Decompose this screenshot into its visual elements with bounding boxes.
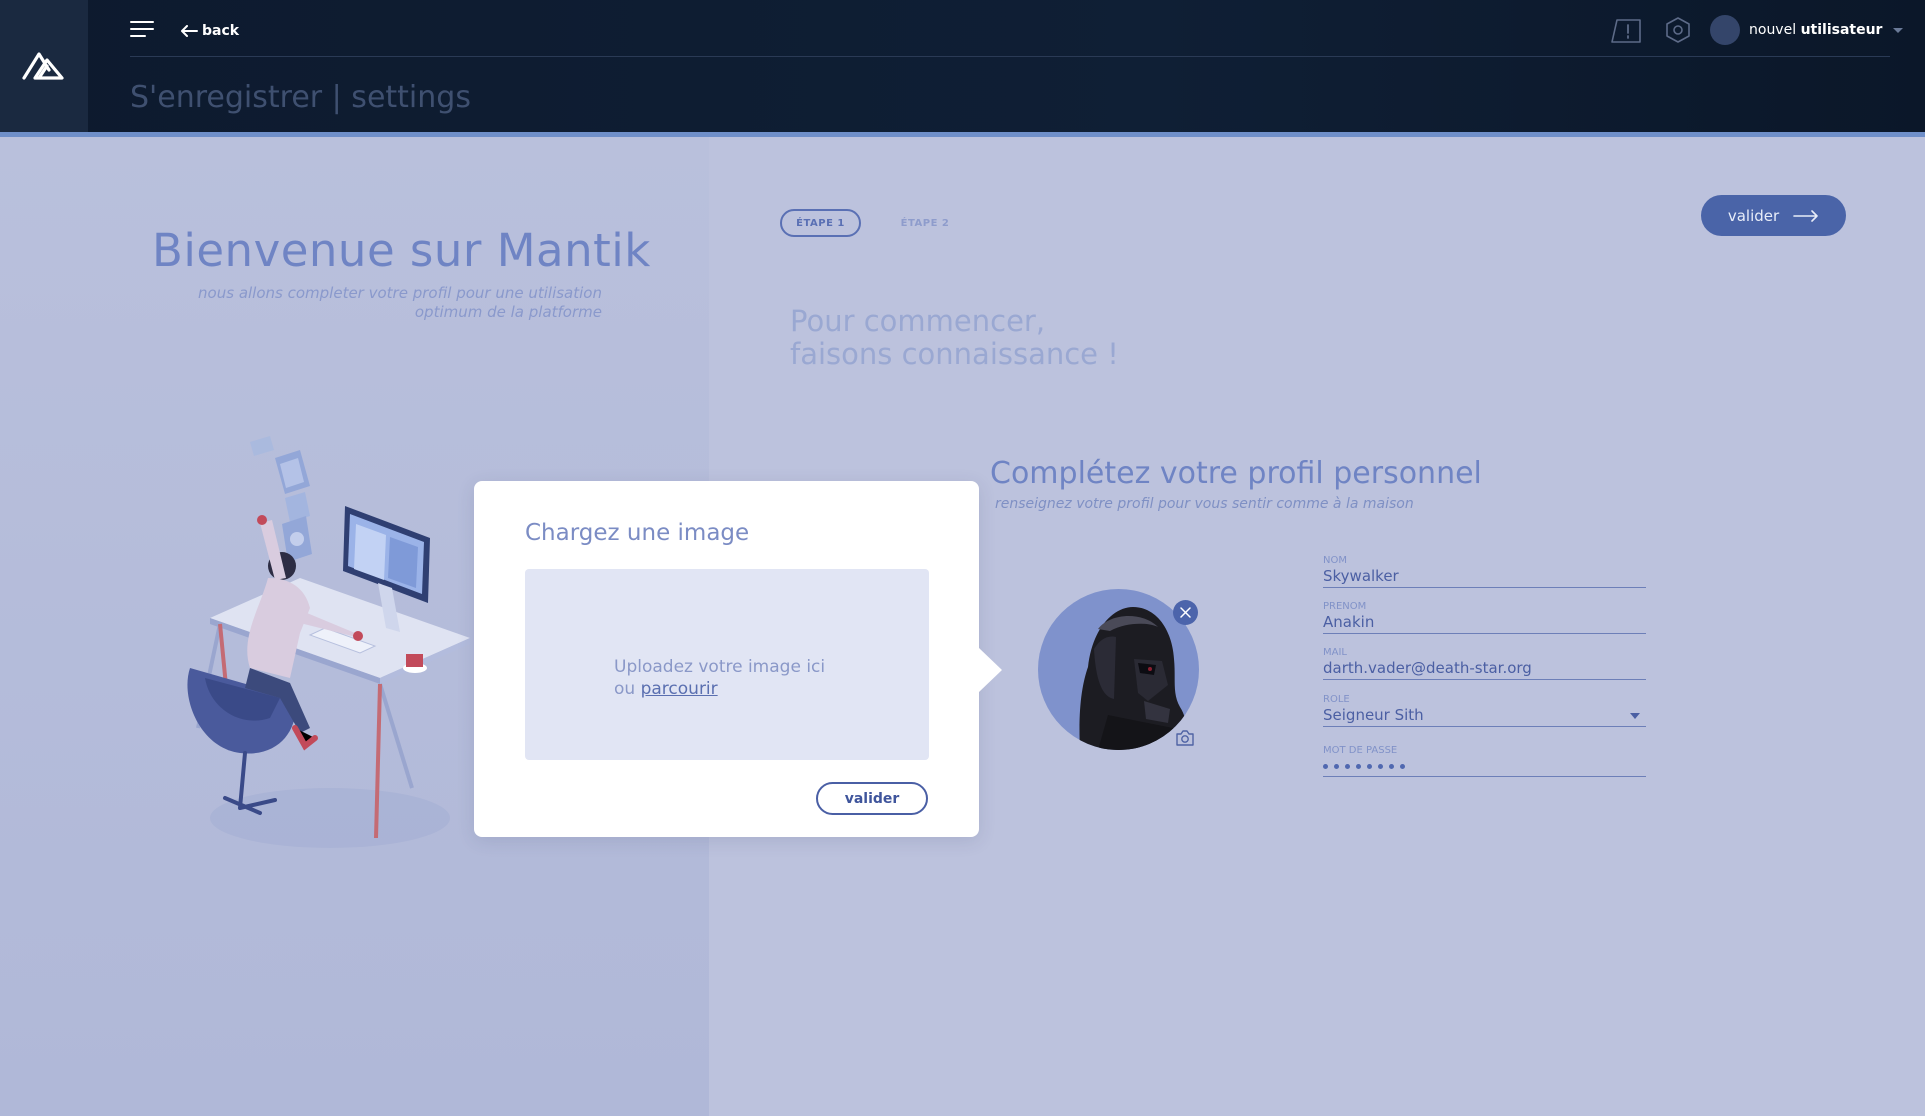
back-arrow-icon bbox=[181, 25, 198, 37]
nom-field[interactable]: NOM Skywalker bbox=[1323, 555, 1646, 588]
user-avatar bbox=[1710, 15, 1740, 45]
modal-title: Chargez une image bbox=[525, 520, 750, 546]
mail-value: darth.vader@death-star.org bbox=[1323, 659, 1532, 677]
page-title: S'enregistrer | settings bbox=[130, 80, 471, 115]
remove-avatar-button[interactable] bbox=[1173, 600, 1198, 625]
close-icon bbox=[1180, 607, 1191, 618]
nom-label: NOM bbox=[1323, 555, 1347, 566]
camera-icon[interactable] bbox=[1175, 730, 1195, 750]
dropzone-line-1: Uploadez votre image ici bbox=[614, 657, 826, 677]
welcome-subtitle: nous allons completer votre profil pour … bbox=[198, 284, 602, 321]
dropzone-prefix: ou bbox=[614, 679, 636, 699]
intro-text: Pour commencer, faisons connaissance ! bbox=[790, 305, 1119, 371]
intro-line-1: Pour commencer, bbox=[790, 304, 1046, 338]
prenom-field[interactable]: PRENOM Anakin bbox=[1323, 601, 1646, 634]
top-header: back S'enregistrer | settings nouvel uti… bbox=[0, 0, 1925, 132]
prenom-label: PRENOM bbox=[1323, 601, 1367, 612]
password-dot bbox=[1323, 764, 1328, 769]
user-name-prefix: nouvel bbox=[1749, 22, 1797, 38]
password-dot bbox=[1389, 764, 1394, 769]
browse-link[interactable]: parcourir bbox=[641, 679, 718, 699]
nom-value: Skywalker bbox=[1323, 567, 1399, 585]
password-dot bbox=[1334, 764, 1339, 769]
upload-image-modal: Chargez une image Uploadez votre image i… bbox=[474, 481, 979, 837]
password-dot bbox=[1400, 764, 1405, 769]
header-divider bbox=[130, 56, 1890, 57]
role-label: ROLE bbox=[1323, 694, 1350, 705]
dropzone-text: Uploadez votre image ici ou parcourir bbox=[614, 656, 825, 700]
alert-board-icon[interactable] bbox=[1610, 16, 1642, 48]
role-value: Seigneur Sith bbox=[1323, 706, 1424, 724]
password-dot bbox=[1378, 764, 1383, 769]
profile-title: Complétez votre profil personnel bbox=[990, 456, 1482, 491]
desk-worker-illustration bbox=[187, 436, 470, 848]
arrow-right-icon bbox=[1793, 209, 1818, 222]
mantik-logo-icon bbox=[22, 52, 64, 80]
user-name-bold: utilisateur bbox=[1800, 22, 1883, 38]
password-dot bbox=[1367, 764, 1372, 769]
valider-top-label: valider bbox=[1727, 206, 1780, 225]
caret-down-icon bbox=[1893, 27, 1904, 33]
password-label: MOT DE PASSE bbox=[1323, 745, 1398, 756]
profile-subtitle: renseignez votre profil pour vous sentir… bbox=[995, 496, 1414, 512]
chevron-down-icon[interactable] bbox=[1630, 713, 1640, 719]
valider-button-top[interactable]: valider bbox=[1701, 195, 1846, 236]
settings-hexagon-icon[interactable] bbox=[1663, 15, 1693, 49]
password-dot bbox=[1345, 764, 1350, 769]
user-name: nouvel utilisateur bbox=[1749, 22, 1882, 38]
modal-pointer bbox=[979, 648, 1002, 692]
prenom-value: Anakin bbox=[1323, 613, 1375, 631]
password-dots bbox=[1323, 757, 1646, 776]
password-dot bbox=[1356, 764, 1361, 769]
image-dropzone[interactable]: Uploadez votre image ici ou parcourir bbox=[525, 569, 929, 760]
user-menu[interactable]: nouvel utilisateur bbox=[1710, 14, 1904, 46]
floating-panels bbox=[250, 436, 312, 562]
back-button[interactable]: back bbox=[180, 20, 239, 42]
intro-line-2: faisons connaissance ! bbox=[790, 337, 1119, 371]
mail-field[interactable]: MAIL darth.vader@death-star.org bbox=[1323, 647, 1646, 680]
step-2-badge[interactable]: ÉTAPE 2 bbox=[890, 209, 960, 237]
welcome-title: Bienvenue sur Mantik bbox=[152, 224, 651, 277]
step-1-badge[interactable]: ÉTAPE 1 bbox=[780, 209, 861, 237]
dropzone-line-2: ou parcourir bbox=[614, 678, 825, 700]
back-label: back bbox=[202, 23, 240, 39]
role-select[interactable]: ROLE Seigneur Sith bbox=[1323, 694, 1646, 727]
menu-icon[interactable] bbox=[130, 21, 154, 39]
modal-valider-button[interactable]: valider bbox=[816, 782, 928, 815]
mail-label: MAIL bbox=[1323, 647, 1347, 658]
logo[interactable] bbox=[0, 0, 88, 132]
password-field[interactable]: MOT DE PASSE bbox=[1323, 745, 1646, 777]
